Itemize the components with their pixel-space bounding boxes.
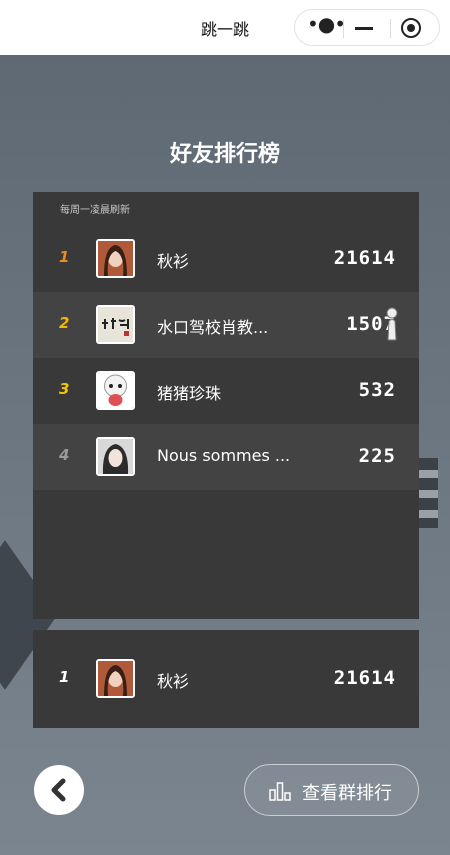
platform-block: [418, 458, 438, 528]
my-rank-panel: 1 秋衫 21614: [33, 630, 419, 728]
rank-number: 1: [59, 668, 70, 686]
player-name: 水口驾校肖教...: [157, 318, 269, 337]
avatar: [96, 437, 135, 476]
player-name: 秋衫: [157, 672, 190, 691]
minimize-icon[interactable]: [355, 27, 373, 30]
record-close-icon[interactable]: [401, 18, 421, 38]
refresh-note: 每周一凌晨刷新: [60, 205, 130, 216]
page-title: 好友排行榜: [169, 142, 280, 167]
my-rank-row: 1 秋衫 21614: [33, 646, 419, 712]
nav-bar: 跳一跳 •●•: [0, 0, 450, 55]
player-score: 21614: [333, 247, 396, 269]
player-score: 225: [358, 445, 396, 467]
player-name: 猪猪珍珠: [157, 384, 222, 403]
view-group-rank-label: 查看群排行: [302, 783, 392, 804]
rank-number: 2: [59, 314, 70, 332]
more-dots-icon[interactable]: •●•: [307, 12, 346, 36]
avatar: [96, 371, 135, 410]
chevron-left-icon: [51, 778, 66, 802]
view-group-rank-button[interactable]: 查看群排行: [244, 764, 419, 816]
back-button[interactable]: [34, 765, 84, 815]
rank-number: 3: [59, 380, 70, 398]
player-score: 1507: [346, 313, 396, 335]
capsule-divider: [390, 19, 391, 38]
player-score: 532: [358, 379, 396, 401]
leaderboard-row[interactable]: 4 Nous sommes ... 225: [33, 424, 419, 490]
rank-number: 4: [59, 446, 70, 464]
player-name: Nous sommes ...: [157, 446, 291, 465]
leaderboard-row[interactable]: 2 水口驾校肖教... 1507: [33, 292, 419, 358]
player-name: 秋衫: [157, 252, 190, 271]
rank-number: 1: [59, 248, 70, 266]
game-piece-icon: [386, 307, 398, 341]
leaderboard-row[interactable]: 1 秋衫 21614: [33, 226, 419, 292]
capsule-menu: •●•: [294, 9, 440, 46]
avatar: [96, 239, 135, 278]
leaderboard-row[interactable]: 3 猪猪珍珠 532: [33, 358, 419, 424]
capsule-divider: [343, 19, 344, 38]
player-score: 21614: [333, 667, 396, 689]
avatar: [96, 659, 135, 698]
leaderboard-panel[interactable]: 每周一凌晨刷新 1 秋衫 21614 2 水口驾校肖教... 1507 3 猪猪…: [33, 192, 419, 619]
avatar: [96, 305, 135, 344]
bar-chart-icon: [269, 782, 291, 801]
